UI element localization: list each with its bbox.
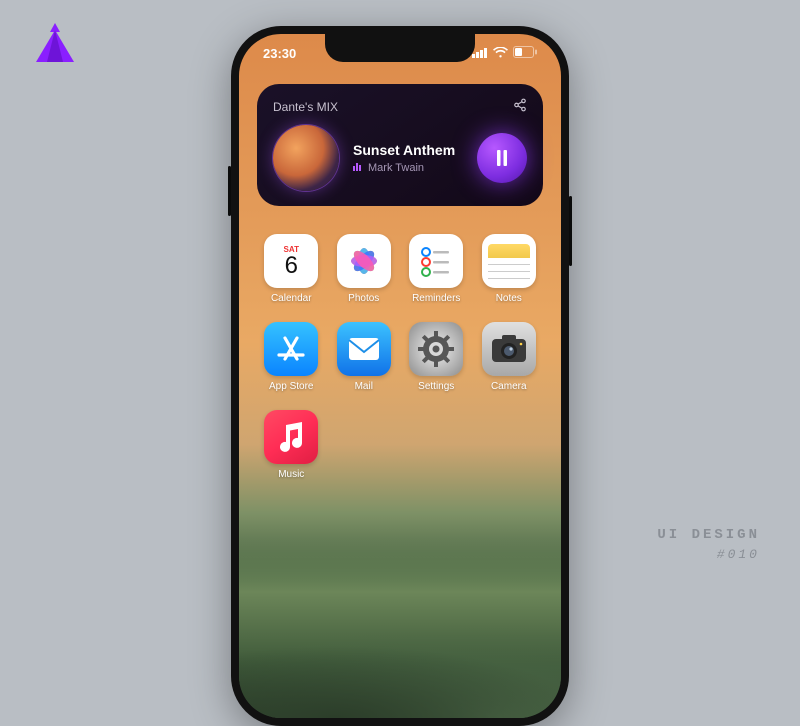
app-camera[interactable]: Camera (477, 322, 542, 392)
caption-title: UI DESIGN (657, 527, 760, 543)
app-mail[interactable]: Mail (332, 322, 397, 392)
app-photos[interactable]: Photos (332, 234, 397, 304)
app-appstore[interactable]: App Store (259, 322, 324, 392)
app-notes[interactable]: Notes (477, 234, 542, 304)
wallpaper-hills (239, 538, 561, 718)
pause-icon (495, 150, 509, 166)
app-label: Calendar (271, 293, 312, 304)
widget-playlist-name: Dante's MIX (273, 100, 338, 114)
battery-icon (513, 46, 537, 61)
equalizer-icon (353, 162, 363, 174)
reminders-icon (409, 234, 463, 288)
app-label: Camera (491, 381, 527, 392)
app-label: Settings (418, 381, 454, 392)
calendar-day: 6 (285, 254, 298, 278)
pause-button[interactable] (477, 133, 527, 183)
app-reminders[interactable]: Reminders (404, 234, 469, 304)
track-title: Sunset Anthem (353, 142, 463, 158)
app-calendar[interactable]: SAT 6 Calendar (259, 234, 324, 304)
share-icon[interactable] (513, 98, 527, 115)
app-settings[interactable]: Settings (404, 322, 469, 392)
notch (325, 34, 475, 62)
app-label: Notes (496, 293, 522, 304)
photos-icon (337, 234, 391, 288)
track-artist: Mark Twain (353, 162, 463, 174)
app-label: Mail (355, 381, 373, 392)
caption-number: #010 (657, 547, 760, 562)
phone-frame: 23:30 Dante's MIX (231, 26, 569, 726)
app-grid: SAT 6 Calendar (259, 234, 541, 480)
music-widget[interactable]: Dante's MIX Sunset Anthem Mark Twain (257, 84, 543, 206)
appstore-icon (264, 322, 318, 376)
phone-screen: 23:30 Dante's MIX (239, 34, 561, 718)
notes-icon (482, 234, 536, 288)
track-artist-name: Mark Twain (368, 162, 424, 174)
camera-icon (482, 322, 536, 376)
app-label: App Store (269, 381, 313, 392)
status-time: 23:30 (263, 46, 296, 61)
page-caption: UI DESIGN #010 (657, 527, 760, 562)
music-icon (264, 410, 318, 464)
settings-icon (409, 322, 463, 376)
mail-icon (337, 322, 391, 376)
app-label: Reminders (412, 293, 460, 304)
album-art (273, 125, 339, 191)
brand-logo (30, 20, 80, 69)
app-label: Photos (348, 293, 379, 304)
app-music[interactable]: Music (259, 410, 324, 480)
wifi-icon (493, 46, 508, 61)
calendar-icon: SAT 6 (264, 234, 318, 288)
app-label: Music (278, 469, 304, 480)
